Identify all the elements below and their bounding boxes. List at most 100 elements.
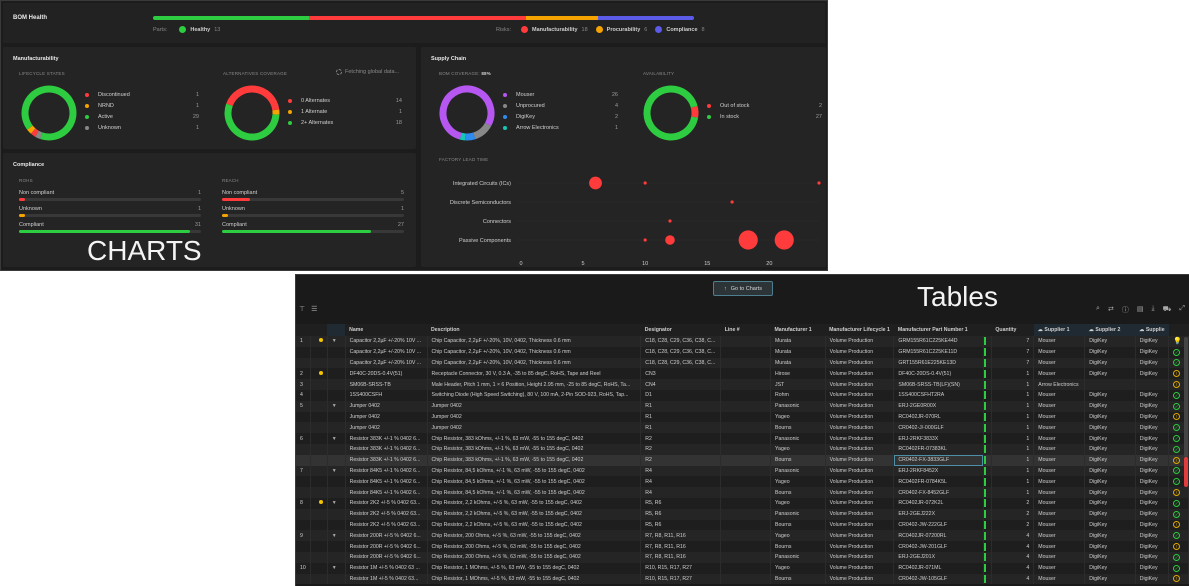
cell-supplier-1[interactable]: Mouser	[1033, 530, 1086, 542]
table-row[interactable]: Capacitor 2,2µF +/-20% 10V ... Chip Capa…	[296, 357, 1189, 369]
cell-manufacturer[interactable]: Murata	[770, 357, 826, 369]
cell-description[interactable]: Chip Resistor, 200 Ohms, +/-5 %, 63 mW, …	[427, 541, 642, 552]
cell-supplier-1[interactable]: Mouser	[1033, 433, 1086, 444]
cell-description[interactable]: Chip Resistor, 2,2 kOhms, +/-5 %, 63 mW,…	[427, 508, 642, 520]
cell-line[interactable]	[720, 433, 771, 444]
comment-icon[interactable]: ▤	[1137, 305, 1144, 315]
column-header[interactable]: ☁ Supplier 1	[1033, 324, 1085, 336]
cell-supplier-3[interactable]: DigiKey	[1135, 573, 1170, 585]
cell-description[interactable]: Chip Resistor, 200 Ohms, +/-5 %, 63 mW, …	[427, 551, 642, 563]
cell-supplier-1[interactable]: Mouser	[1033, 443, 1086, 455]
lead-time-point[interactable]	[774, 230, 794, 250]
cell-supplier-1[interactable]: Mouser	[1033, 487, 1086, 498]
cell-designator[interactable]: R2	[640, 433, 722, 444]
cell-quantity[interactable]: 1	[991, 411, 1035, 423]
cell-manufacturer[interactable]: Bourns	[770, 541, 826, 552]
cell-supplier-3[interactable]: DigiKey	[1135, 422, 1170, 434]
cell-manufacturer[interactable]: Bourns	[770, 422, 826, 434]
cell-mpn[interactable]: ERJ-2GE0R00X	[893, 400, 984, 412]
info-icon[interactable]: ⓘ	[1122, 305, 1129, 315]
cell-supplier-1[interactable]: Mouser	[1033, 368, 1086, 380]
download-icon[interactable]: ⤓	[1151, 305, 1154, 315]
cell-line[interactable]	[720, 487, 771, 498]
cell-supplier-3[interactable]: DigiKey	[1135, 476, 1170, 488]
cell-lifecycle[interactable]: Volume Production	[825, 411, 895, 423]
cell-lifecycle[interactable]: Volume Production	[825, 487, 895, 498]
lead-time-point[interactable]	[817, 181, 821, 185]
cell-line[interactable]	[720, 551, 771, 563]
cell-description[interactable]: Male Header, Pitch 1 mm, 1 × 6 Position,…	[427, 379, 642, 390]
cell-description[interactable]: Chip Resistor, 84,5 kOhms, +/-1 %, 63 mW…	[427, 476, 642, 488]
cell-quantity[interactable]: 7	[991, 357, 1035, 369]
caret-down-icon[interactable]: ▼	[332, 533, 337, 539]
table-row[interactable]: 2 DF40C-20DS-0.4V(51) Receptacle Connect…	[296, 368, 1189, 380]
cell-supplier-3[interactable]: DigiKey	[1135, 562, 1170, 574]
caret-down-icon[interactable]: ▼	[332, 403, 337, 409]
cell-quantity[interactable]: 4	[991, 562, 1035, 574]
cell-mpn[interactable]: CR0402-J/-000GLF	[893, 422, 984, 434]
cell-mpn[interactable]: ERJ-2RKF8452X	[893, 465, 984, 477]
cell-description[interactable]: Chip Resistor, 84,5 kOhms, +/-1 %, 63 mW…	[427, 487, 642, 498]
table-row[interactable]: Resistor 383K +/-1 % 0402 6... Chip Resi…	[296, 443, 1189, 455]
cell-supplier-2[interactable]: DigiKey	[1084, 573, 1136, 585]
cell-line[interactable]	[720, 454, 771, 466]
cell-quantity[interactable]: 4	[991, 541, 1035, 552]
cell-status[interactable]: !	[1168, 519, 1189, 531]
cell-manufacturer[interactable]: Yageo	[770, 530, 826, 542]
cell-description[interactable]: Switching Diode (High Speed Switching), …	[427, 389, 642, 401]
cell-designator[interactable]: R5, R6	[640, 497, 722, 509]
cell-lifecycle[interactable]: Volume Production	[825, 551, 895, 563]
cell-name[interactable]: Capacitor 2,2µF +/-20% 10V ...	[345, 346, 428, 358]
cell-mpn[interactable]: GRM155R61C225KE11D	[893, 346, 984, 358]
cell-manufacturer[interactable]: Panasonic	[770, 508, 826, 520]
cell-quantity[interactable]: 7	[991, 346, 1035, 358]
cell-designator[interactable]: R1	[640, 400, 722, 412]
cell-supplier-1[interactable]: Mouser	[1033, 465, 1086, 477]
cell-designator[interactable]: R2	[640, 443, 722, 455]
cell-line[interactable]	[720, 400, 771, 412]
cell-quantity[interactable]: 1	[991, 389, 1035, 401]
caret-down-icon[interactable]: ▼	[332, 436, 337, 442]
cell-quantity[interactable]: 2	[991, 508, 1035, 520]
column-header[interactable]: Line #	[720, 324, 771, 336]
cell-mpn[interactable]: RC0402JR-071ML	[893, 562, 984, 574]
cell-supplier-2[interactable]: DigiKey	[1084, 443, 1136, 455]
cell-line[interactable]	[720, 541, 771, 552]
table-row[interactable]: 7 ▼ Resistor 84K5 +/-1 % 0402 6... Chip …	[296, 465, 1189, 477]
row-expander[interactable]: ▼	[327, 562, 346, 574]
cell-line[interactable]	[720, 497, 771, 509]
caret-down-icon[interactable]: ▼	[332, 565, 337, 571]
column-header[interactable]: ☁ Supplie	[1135, 324, 1169, 336]
cell-lifecycle[interactable]: Volume Production	[825, 379, 895, 390]
cell-status[interactable]: !	[1168, 541, 1189, 552]
cart-icon[interactable]: ⛟	[1163, 305, 1172, 315]
cell-designator[interactable]: R10, R15, R17, R27	[640, 562, 722, 574]
table-row[interactable]: 8 ▼ Resistor 2K2 +/-5 % 0402 63... Chip …	[296, 497, 1189, 509]
cell-manufacturer[interactable]: Bourns	[770, 454, 826, 466]
cell-description[interactable]: Chip Resistor, 383 kOhms, +/-1 %, 63 mW,…	[427, 433, 642, 444]
cell-supplier-2[interactable]	[1084, 379, 1136, 390]
cell-description[interactable]: Chip Resistor, 383 kOhms, +/-1 %, 63 mW,…	[427, 454, 642, 466]
row-expander[interactable]: ▼	[327, 336, 346, 347]
cell-lifecycle[interactable]: Volume Production	[825, 422, 895, 434]
cell-lifecycle[interactable]: Volume Production	[825, 433, 895, 444]
cell-supplier-3[interactable]: DigiKey	[1135, 487, 1170, 498]
cell-supplier-3[interactable]	[1135, 379, 1170, 390]
cell-line[interactable]	[720, 573, 771, 585]
lead-time-point[interactable]	[643, 238, 647, 242]
cell-mpn[interactable]: RC0402FR-07383KL	[893, 443, 984, 455]
cell-supplier-2[interactable]: DigiKey	[1084, 551, 1136, 563]
table-row[interactable]: Jumper 0402 Jumper 0402 R1 Bourns Volume…	[296, 422, 1189, 434]
cell-designator[interactable]: R4	[640, 476, 722, 488]
cell-designator[interactable]: CN3	[640, 368, 722, 380]
expand-icon[interactable]: ⤢	[1179, 305, 1185, 315]
cell-line[interactable]	[720, 357, 771, 369]
table-row[interactable]: Resistor 2K2 +/-5 % 0402 63... Chip Resi…	[296, 508, 1189, 520]
cell-name[interactable]: Jumper 0402	[345, 400, 428, 412]
cell-status[interactable]: ✓	[1168, 562, 1189, 574]
cell-quantity[interactable]: 2	[991, 519, 1035, 531]
cell-manufacturer[interactable]: Hirose	[770, 368, 826, 380]
cell-mpn[interactable]: RC0402JR-072K2L	[893, 497, 984, 509]
cell-mpn[interactable]: 1SS400CSFHT2RA	[893, 389, 984, 401]
table-row[interactable]: 4 1SS400CSFH Switching Diode (High Speed…	[296, 389, 1189, 401]
